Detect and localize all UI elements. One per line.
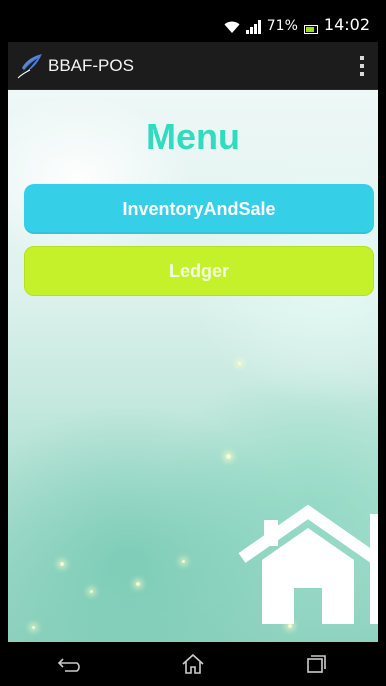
feather-logo-icon[interactable]	[16, 52, 44, 80]
overflow-menu-icon[interactable]	[356, 54, 368, 78]
sparkle	[60, 562, 64, 566]
sparkle	[288, 624, 292, 628]
app-title: BBAF-POS	[48, 55, 134, 75]
home-nav-icon[interactable]	[163, 644, 223, 684]
sparkle	[238, 362, 241, 365]
recent-apps-icon[interactable]	[286, 644, 346, 684]
sparkle	[90, 590, 93, 593]
signal-icon	[245, 20, 261, 34]
ledger-button[interactable]: Ledger	[24, 246, 374, 296]
sparkle	[136, 582, 140, 586]
page-title: Menu	[146, 116, 240, 157]
sparkle	[32, 626, 35, 629]
device-screen: 71% 14:02 BBAF-POS Menu InventoryAndSale…	[8, 0, 378, 686]
content-area: Menu InventoryAndSale Ledger	[8, 90, 378, 642]
sparkle	[226, 454, 231, 459]
battery-icon	[303, 25, 318, 34]
navigation-bar	[8, 642, 378, 686]
home-icon[interactable]	[238, 504, 378, 624]
status-bar: 71% 14:02	[8, 0, 378, 42]
sparkle	[182, 560, 185, 563]
status-time: 14:02	[323, 15, 370, 34]
inventory-and-sale-button[interactable]: InventoryAndSale	[24, 184, 374, 234]
back-icon[interactable]	[40, 644, 100, 684]
wifi-icon	[224, 20, 240, 34]
battery-percent: 71%	[266, 18, 298, 34]
action-bar: BBAF-POS	[8, 42, 378, 90]
